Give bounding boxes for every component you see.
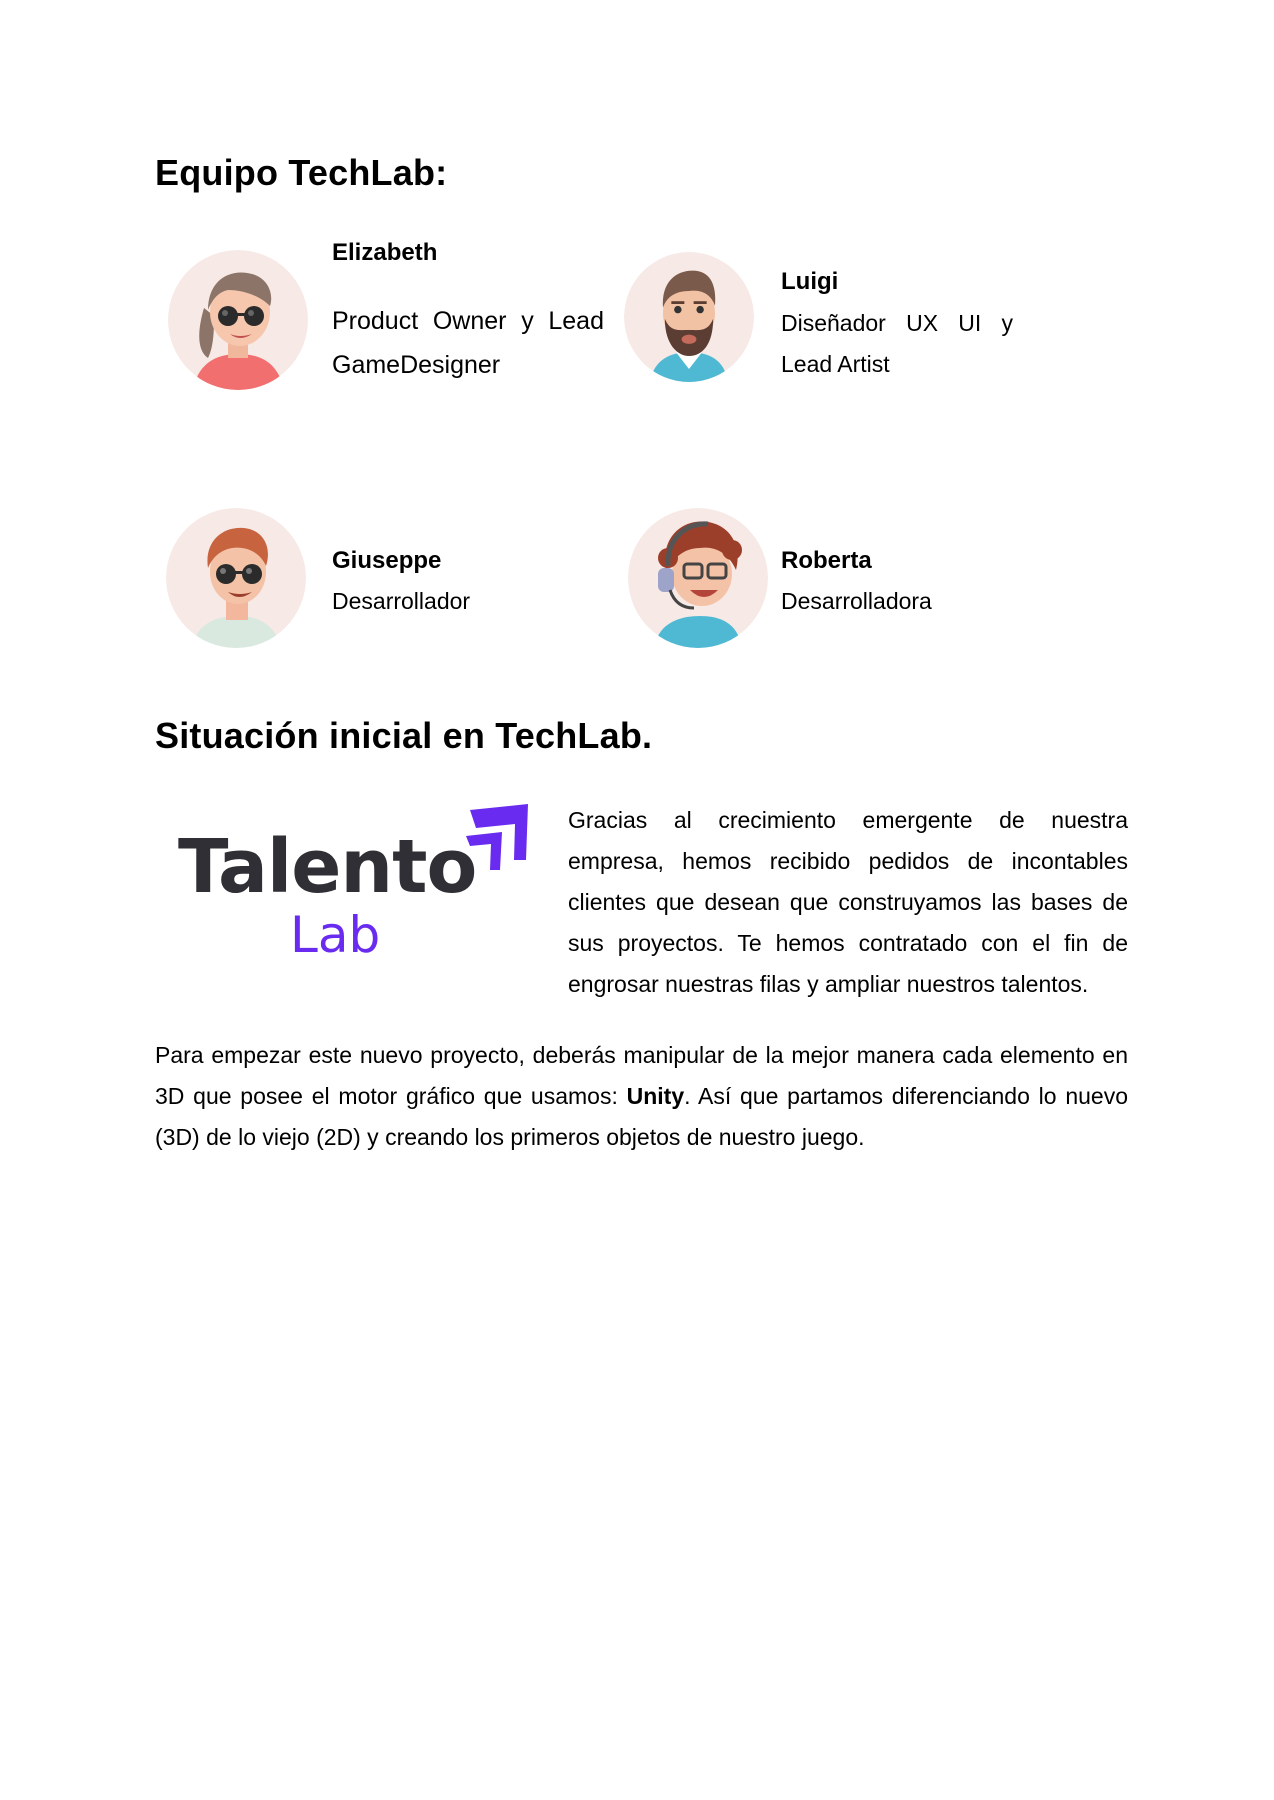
avatar-woman-headset-icon: [628, 508, 768, 648]
role-word: Owner: [432, 307, 507, 335]
member-role: Product Owner y Lead: [332, 299, 604, 343]
member-name: Luigi: [781, 268, 839, 295]
role-word: Diseñador: [781, 310, 886, 336]
role-word: UI: [958, 310, 982, 336]
intro-text: Gracias al crecimiento emergente de nues…: [568, 807, 1128, 997]
member-role-line2: GameDesigner: [332, 351, 501, 379]
role-word: Lead: [548, 307, 604, 335]
member-name: Roberta: [781, 547, 872, 574]
member-name: Giuseppe: [332, 547, 442, 574]
member-role: Diseñador UX UI y: [781, 301, 1013, 345]
logo-word-lab: Lab: [290, 906, 380, 964]
unity-bold-text: Unity: [626, 1083, 685, 1109]
role-word: y: [1001, 310, 1014, 336]
member-role: Desarrolladora: [781, 588, 932, 614]
avatar-redhead-man-sunglasses-icon: [166, 508, 306, 648]
document-page: Equipo TechLab: Elizabeth Product Owner: [0, 0, 1274, 1800]
team-heading: Equipo TechLab:: [155, 152, 448, 193]
member-name: Elizabeth: [332, 239, 438, 266]
avatar-bearded-man-icon: [624, 252, 754, 382]
talento-lab-logo-graphic: Talento Lab: [178, 804, 528, 964]
role-word: Product: [332, 307, 419, 335]
member-role: Desarrollador: [332, 588, 471, 614]
avatar-woman-sunglasses-icon: [168, 250, 308, 390]
logo-word-talento: Talento: [178, 824, 476, 910]
body-paragraph: Para empezar este nuevo proyecto, deberá…: [155, 1035, 1128, 1158]
role-word: UX: [906, 310, 939, 336]
talento-lab-logo: Talento Lab: [170, 800, 540, 970]
member-role-line2: Lead Artist: [781, 351, 890, 377]
situation-heading: Situación inicial en TechLab.: [155, 715, 653, 756]
role-word: y: [521, 307, 534, 335]
